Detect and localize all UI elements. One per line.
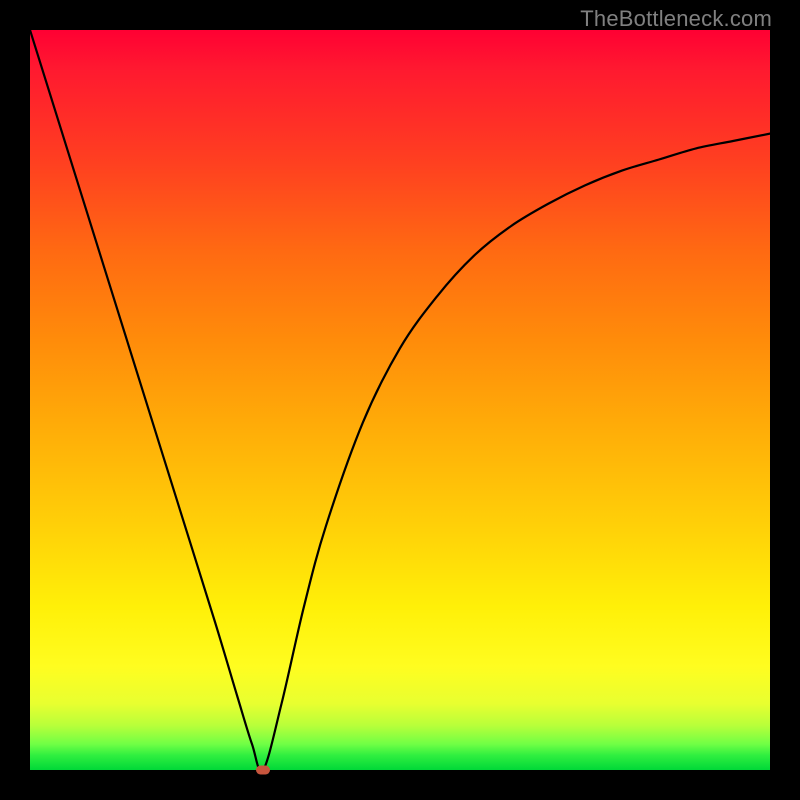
plot-area [30,30,770,770]
bottleneck-curve [30,30,770,770]
watermark-text: TheBottleneck.com [580,6,772,32]
minimum-marker [256,766,270,775]
chart-frame: TheBottleneck.com [0,0,800,800]
